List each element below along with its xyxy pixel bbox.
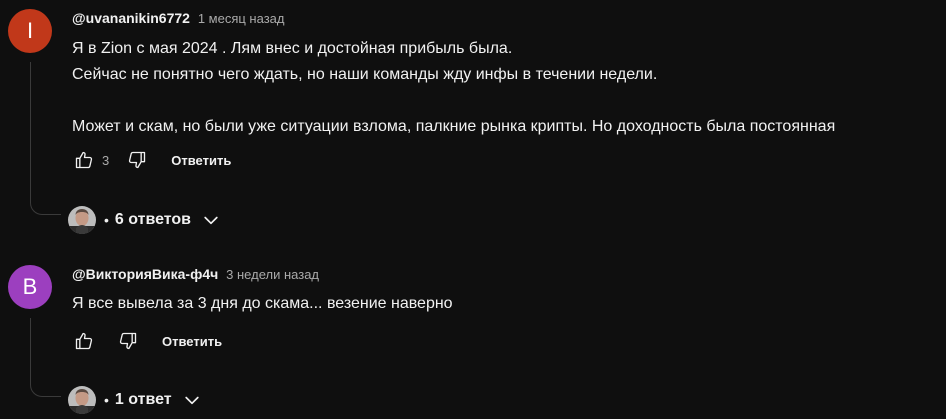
thread-line — [30, 62, 61, 215]
reply-avatar — [68, 386, 96, 414]
replies-count: 6 ответов — [114, 211, 192, 228]
comment-actions: Ответить — [72, 329, 222, 353]
comments-section: I @uvananikin6772 1 месяц назад Я в Zion… — [0, 0, 946, 419]
replies-count: 1 ответ — [114, 391, 172, 408]
chevron-down-icon — [201, 210, 221, 230]
reply-button[interactable]: Ответить — [162, 334, 222, 349]
author-name[interactable]: @uvananikin6772 — [72, 10, 190, 26]
separator-dot: • — [104, 212, 109, 228]
thumb-down-icon[interactable] — [125, 148, 149, 172]
comment-line: Я в Zion с мая 2024 . Лям внес и достойн… — [72, 40, 513, 57]
reply-button[interactable]: Ответить — [171, 153, 231, 168]
thread-line — [30, 318, 61, 397]
like-count: 3 — [102, 152, 110, 168]
comment-header: @ВикторияВика-ф4ч 3 недели назад — [72, 266, 319, 282]
avatar[interactable]: I — [8, 9, 52, 53]
show-replies-button[interactable]: • 6 ответов — [68, 204, 221, 236]
timestamp[interactable]: 3 недели назад — [226, 267, 319, 282]
comment-text: Я в Zion с мая 2024 . Лям внес и достойн… — [72, 36, 835, 140]
avatar-letter: B — [22, 274, 38, 299]
comment-text: Я все вывела за 3 дня до скама... везени… — [72, 291, 453, 317]
comment-header: @uvananikin6772 1 месяц назад — [72, 10, 284, 26]
chevron-down-icon — [182, 390, 202, 410]
comment-line: Может и скам, но были уже ситуации взлом… — [72, 118, 836, 135]
thumb-down-icon[interactable] — [116, 329, 140, 353]
timestamp[interactable]: 1 месяц назад — [198, 11, 285, 26]
thumb-up-icon[interactable] — [72, 329, 96, 353]
reply-avatar — [68, 206, 96, 234]
author-name[interactable]: @ВикторияВика-ф4ч — [72, 266, 218, 282]
show-replies-button[interactable]: • 1 ответ — [68, 384, 202, 416]
thumb-up-icon[interactable] — [72, 148, 96, 172]
comment-line — [72, 88, 835, 114]
comment-actions: 3 Ответить — [72, 148, 231, 172]
comment-line: Сейчас не понятно чего ждать, но наши ко… — [72, 66, 658, 83]
comment-line: Я все вывела за 3 дня до скама... везени… — [72, 295, 453, 312]
separator-dot: • — [104, 392, 109, 408]
avatar[interactable]: B — [8, 265, 52, 309]
avatar-letter: I — [26, 18, 34, 43]
